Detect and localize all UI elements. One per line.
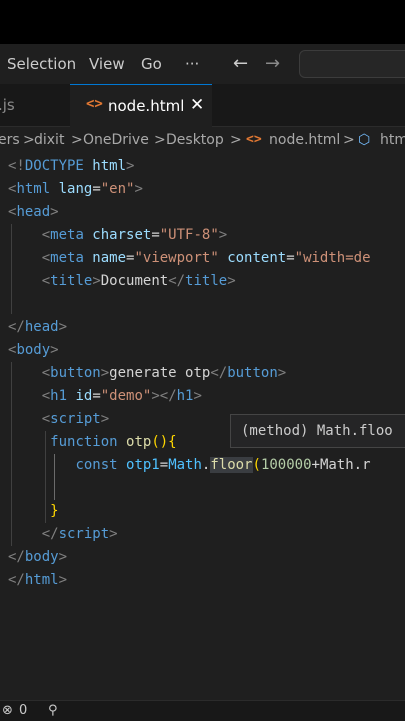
hover-tooltip-text: (method) Math.floo [241,423,393,439]
html-file-icon: <> [246,132,262,147]
command-center-search[interactable] [299,50,405,78]
forward-arrow-icon[interactable]: → [265,53,280,74]
code-line-11: <h1 id="demo"></h1> [41,388,202,404]
code-line-2: <html lang="en"> [8,181,143,197]
code-line-13: function otp(){ [50,434,177,450]
chevron-right-icon: > [23,132,35,148]
code-line-4: <meta charset="UTF-8"> [41,227,228,243]
breadcrumb-html-symbol[interactable]: htm [380,132,405,148]
code-line-8: </head> [8,319,68,335]
symbol-element-icon: ⬡ [358,132,371,148]
more-menu-icon[interactable]: ··· [185,55,199,73]
ports-icon[interactable]: ⚲ [48,703,58,718]
menu-view[interactable]: View [89,55,125,73]
camera-overlay-area [0,0,405,44]
code-line-18: </body> [8,549,68,565]
html-file-icon: <> [86,96,103,112]
back-arrow-icon[interactable]: ← [233,53,248,74]
breadcrumb-dixit[interactable]: dixit [34,132,64,148]
code-line-17: </script> [41,526,118,542]
code-line-3: <head> [8,204,59,220]
hover-tooltip: (method) Math.floo [230,414,405,448]
breadcrumb: ers > dixit > OneDrive > Desktop > <> no… [0,127,405,155]
chevron-right-icon: > [230,132,242,148]
tab-js-label: .js [0,96,15,114]
code-line-9: <body> [8,342,59,358]
code-line-16: } [50,503,59,519]
code-line-12: <script> [41,411,110,427]
error-count[interactable]: 0 [19,703,27,718]
code-line-6: <title>Document</title> [41,273,236,289]
error-icon[interactable]: ⊗ [2,703,13,718]
tab-node-html[interactable]: <> node.html ✕ [70,84,212,127]
menu-go[interactable]: Go [141,55,162,73]
chevron-right-icon: > [154,132,166,148]
code-line-1: <!DOCTYPE html> [8,158,135,174]
status-bar: ⊗ 0 ⚲ [0,700,405,721]
code-line-10: <button>generate otp</button> [41,365,287,381]
breadcrumb-onedrive[interactable]: OneDrive [83,132,149,148]
breadcrumb-users[interactable]: ers [0,132,20,148]
breadcrumb-node-html[interactable]: node.html [269,132,340,148]
code-line-14: const otp1=Math.floor(100000+Math.r [75,457,371,473]
chevron-right-icon: > [71,132,83,148]
code-line-19: </html> [8,572,68,588]
menu-bar: Selection View Go ··· ← → [0,44,405,84]
tab-node-html-label: node.html [108,97,185,115]
menu-selection[interactable]: Selection [7,55,76,73]
breadcrumb-desktop[interactable]: Desktop [166,132,224,148]
close-icon[interactable]: ✕ [190,95,204,115]
tab-js-file[interactable]: .js [0,84,68,126]
chevron-right-icon: > [343,132,355,148]
editor-tab-bar: .js <> node.html ✕ [0,84,405,127]
code-line-5: <meta name="viewport" content="width=de [41,250,371,266]
